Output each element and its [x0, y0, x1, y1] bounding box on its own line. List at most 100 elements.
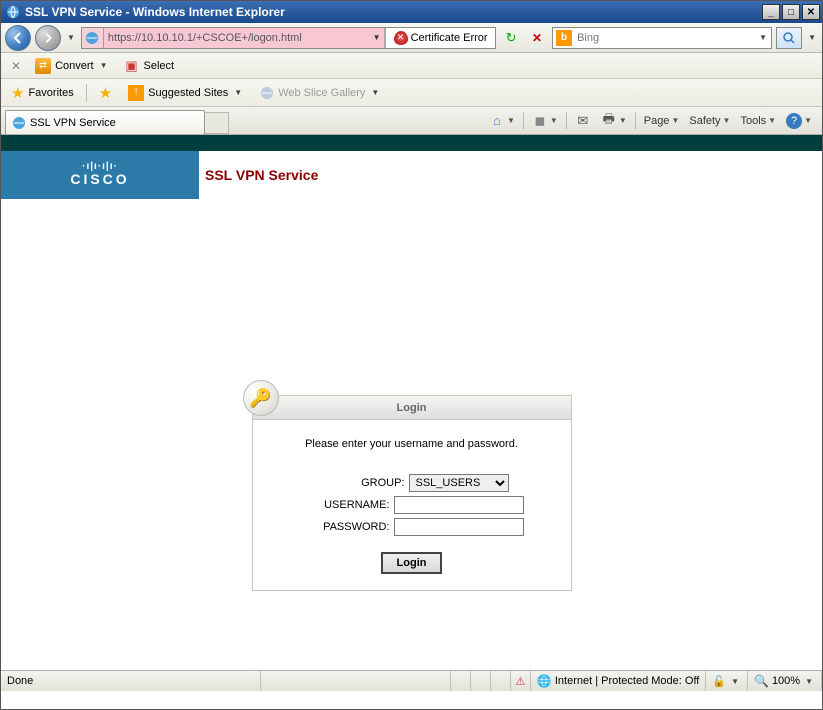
close-button[interactable]: ✕ [802, 4, 820, 20]
search-go-button[interactable] [776, 27, 802, 49]
password-label: PASSWORD: [300, 521, 390, 533]
print-button[interactable]: 🖶▼ [599, 111, 629, 131]
username-input[interactable] [394, 496, 524, 514]
status-done: Done [1, 671, 261, 691]
webslice-dropdown[interactable]: ▼ [369, 88, 381, 97]
refresh-icon: ↻ [506, 30, 517, 46]
ie-icon [5, 4, 21, 20]
tab-ssl-vpn[interactable]: SSL VPN Service [5, 110, 205, 134]
status-popup-blocked[interactable]: ⚠ [511, 671, 531, 691]
service-title: SSL VPN Service [199, 167, 318, 183]
status-protected-mode-dropdown[interactable]: 🔓▼ [706, 671, 748, 691]
command-bar: SSL VPN Service ⌂▼ ◼▼ ✉ 🖶▼ Page ▼ Safety… [1, 107, 822, 135]
address-dropdown[interactable]: ▼ [369, 28, 385, 48]
search-go-dropdown[interactable]: ▼ [806, 33, 818, 42]
search-provider-dropdown[interactable]: ▼ [755, 33, 771, 42]
convert-dropdown[interactable]: ▼ [98, 61, 110, 70]
group-select[interactable]: SSL_USERS [409, 474, 509, 492]
feeds-button[interactable]: ◼▼ [530, 111, 560, 131]
rss-icon: ◼ [532, 113, 548, 129]
close-toolbar-button[interactable]: ✕ [7, 59, 25, 73]
convert-icon: ⇄ [35, 58, 51, 74]
address-bar[interactable]: https://10.10.10.1/+CSCOE+/logon.html ▼ … [81, 27, 496, 49]
help-icon: ? [786, 113, 802, 129]
select-button[interactable]: ▣ Select [120, 56, 179, 76]
window-title: SSL VPN Service - Windows Internet Explo… [25, 5, 762, 19]
nav-history-dropdown[interactable]: ▼ [65, 33, 77, 42]
shield-error-icon: ✕ [394, 31, 408, 45]
tabs-area: SSL VPN Service [5, 107, 487, 134]
separator [635, 112, 636, 130]
tab-favicon [12, 116, 26, 130]
tools-label: Tools [740, 115, 766, 127]
convert-button[interactable]: ⇄ Convert ▼ [31, 56, 113, 76]
internet-zone-icon: 🌐 [537, 674, 552, 688]
status-slot-1 [451, 671, 471, 691]
suggested-sites-button[interactable]: ! Suggested Sites ▼ [124, 83, 248, 103]
separator [566, 112, 567, 130]
minimize-button[interactable]: _ [762, 4, 780, 20]
back-button[interactable] [5, 25, 31, 51]
bing-icon: b [556, 30, 572, 46]
header-strip [1, 135, 822, 151]
zoom-value: 100% [772, 675, 800, 687]
cert-error-label: Certificate Error [411, 32, 488, 44]
web-slice-label: Web Slice Gallery [278, 87, 365, 99]
stop-button[interactable]: ✕ [526, 27, 548, 49]
password-input[interactable] [394, 518, 524, 536]
certificate-error-button[interactable]: ✕ Certificate Error [385, 28, 495, 48]
status-slot-3 [491, 671, 511, 691]
read-mail-button[interactable]: ✉ [573, 111, 593, 131]
login-header: 🔑 Login [253, 396, 571, 420]
status-zone[interactable]: 🌐 Internet | Protected Mode: Off [531, 671, 706, 691]
print-icon: 🖶 [601, 113, 617, 129]
status-spacer [261, 671, 451, 691]
address-url[interactable]: https://10.10.10.1/+CSCOE+/logon.html [104, 28, 369, 48]
mail-icon: ✉ [575, 113, 591, 129]
username-label: USERNAME: [300, 499, 390, 511]
favorites-button[interactable]: ★ Favorites [7, 82, 78, 104]
forward-button[interactable] [35, 25, 61, 51]
home-icon: ⌂ [489, 113, 505, 129]
web-slice-button[interactable]: Web Slice Gallery ▼ [256, 84, 385, 102]
addon-toolbar: ✕ ⇄ Convert ▼ ▣ Select [1, 53, 822, 79]
help-button[interactable]: ?▼ [784, 111, 814, 131]
separator [523, 112, 524, 130]
group-label: GROUP: [315, 477, 405, 489]
status-zoom[interactable]: 🔍 100% ▼ [748, 671, 822, 691]
safety-menu[interactable]: Safety ▼ [687, 113, 732, 129]
login-message: Please enter your username and password. [273, 438, 551, 450]
suggested-sites-label: Suggested Sites [148, 87, 228, 99]
safety-label: Safety [689, 115, 720, 127]
tab-title: SSL VPN Service [30, 117, 116, 129]
page-content: ·ı|ı·ı|ı· CISCO SSL VPN Service 🔑 Login … [1, 135, 822, 670]
page-label: Page [644, 115, 670, 127]
search-box[interactable]: b ▼ [552, 27, 772, 49]
refresh-button[interactable]: ↻ [500, 27, 522, 49]
search-input[interactable] [575, 32, 755, 44]
suggested-dropdown[interactable]: ▼ [232, 88, 244, 97]
cisco-text: CISCO [70, 171, 129, 187]
favorites-bar: ★ Favorites ★ ! Suggested Sites ▼ Web Sl… [1, 79, 822, 107]
new-tab-button[interactable] [205, 112, 229, 134]
login-header-label: Login [397, 402, 427, 414]
zone-text: Internet | Protected Mode: Off [555, 675, 700, 687]
convert-label: Convert [55, 60, 94, 72]
home-button[interactable]: ⌂▼ [487, 111, 517, 131]
login-button[interactable]: Login [381, 552, 443, 574]
cisco-bars-icon: ·ı|ı·ı|ı· [82, 163, 118, 171]
tools-menu[interactable]: Tools ▼ [738, 113, 778, 129]
stop-icon: ✕ [532, 31, 542, 45]
select-icon: ▣ [124, 58, 140, 74]
nav-toolbar: ▼ https://10.10.10.1/+CSCOE+/logon.html … [1, 23, 822, 53]
lock-open-icon: 🔓 [712, 675, 726, 688]
page-menu[interactable]: Page ▼ [642, 113, 682, 129]
star-add-icon: ★ [99, 84, 112, 102]
window-titlebar: SSL VPN Service - Windows Internet Explo… [1, 1, 822, 23]
key-icon: 🔑 [243, 380, 279, 416]
cisco-logo: ·ı|ı·ı|ı· CISCO [1, 151, 199, 199]
maximize-button[interactable]: □ [782, 4, 800, 20]
zoom-icon: 🔍 [754, 674, 769, 688]
add-favorite-button[interactable]: ★ [95, 82, 116, 104]
zoom-dropdown[interactable]: ▼ [803, 677, 815, 686]
